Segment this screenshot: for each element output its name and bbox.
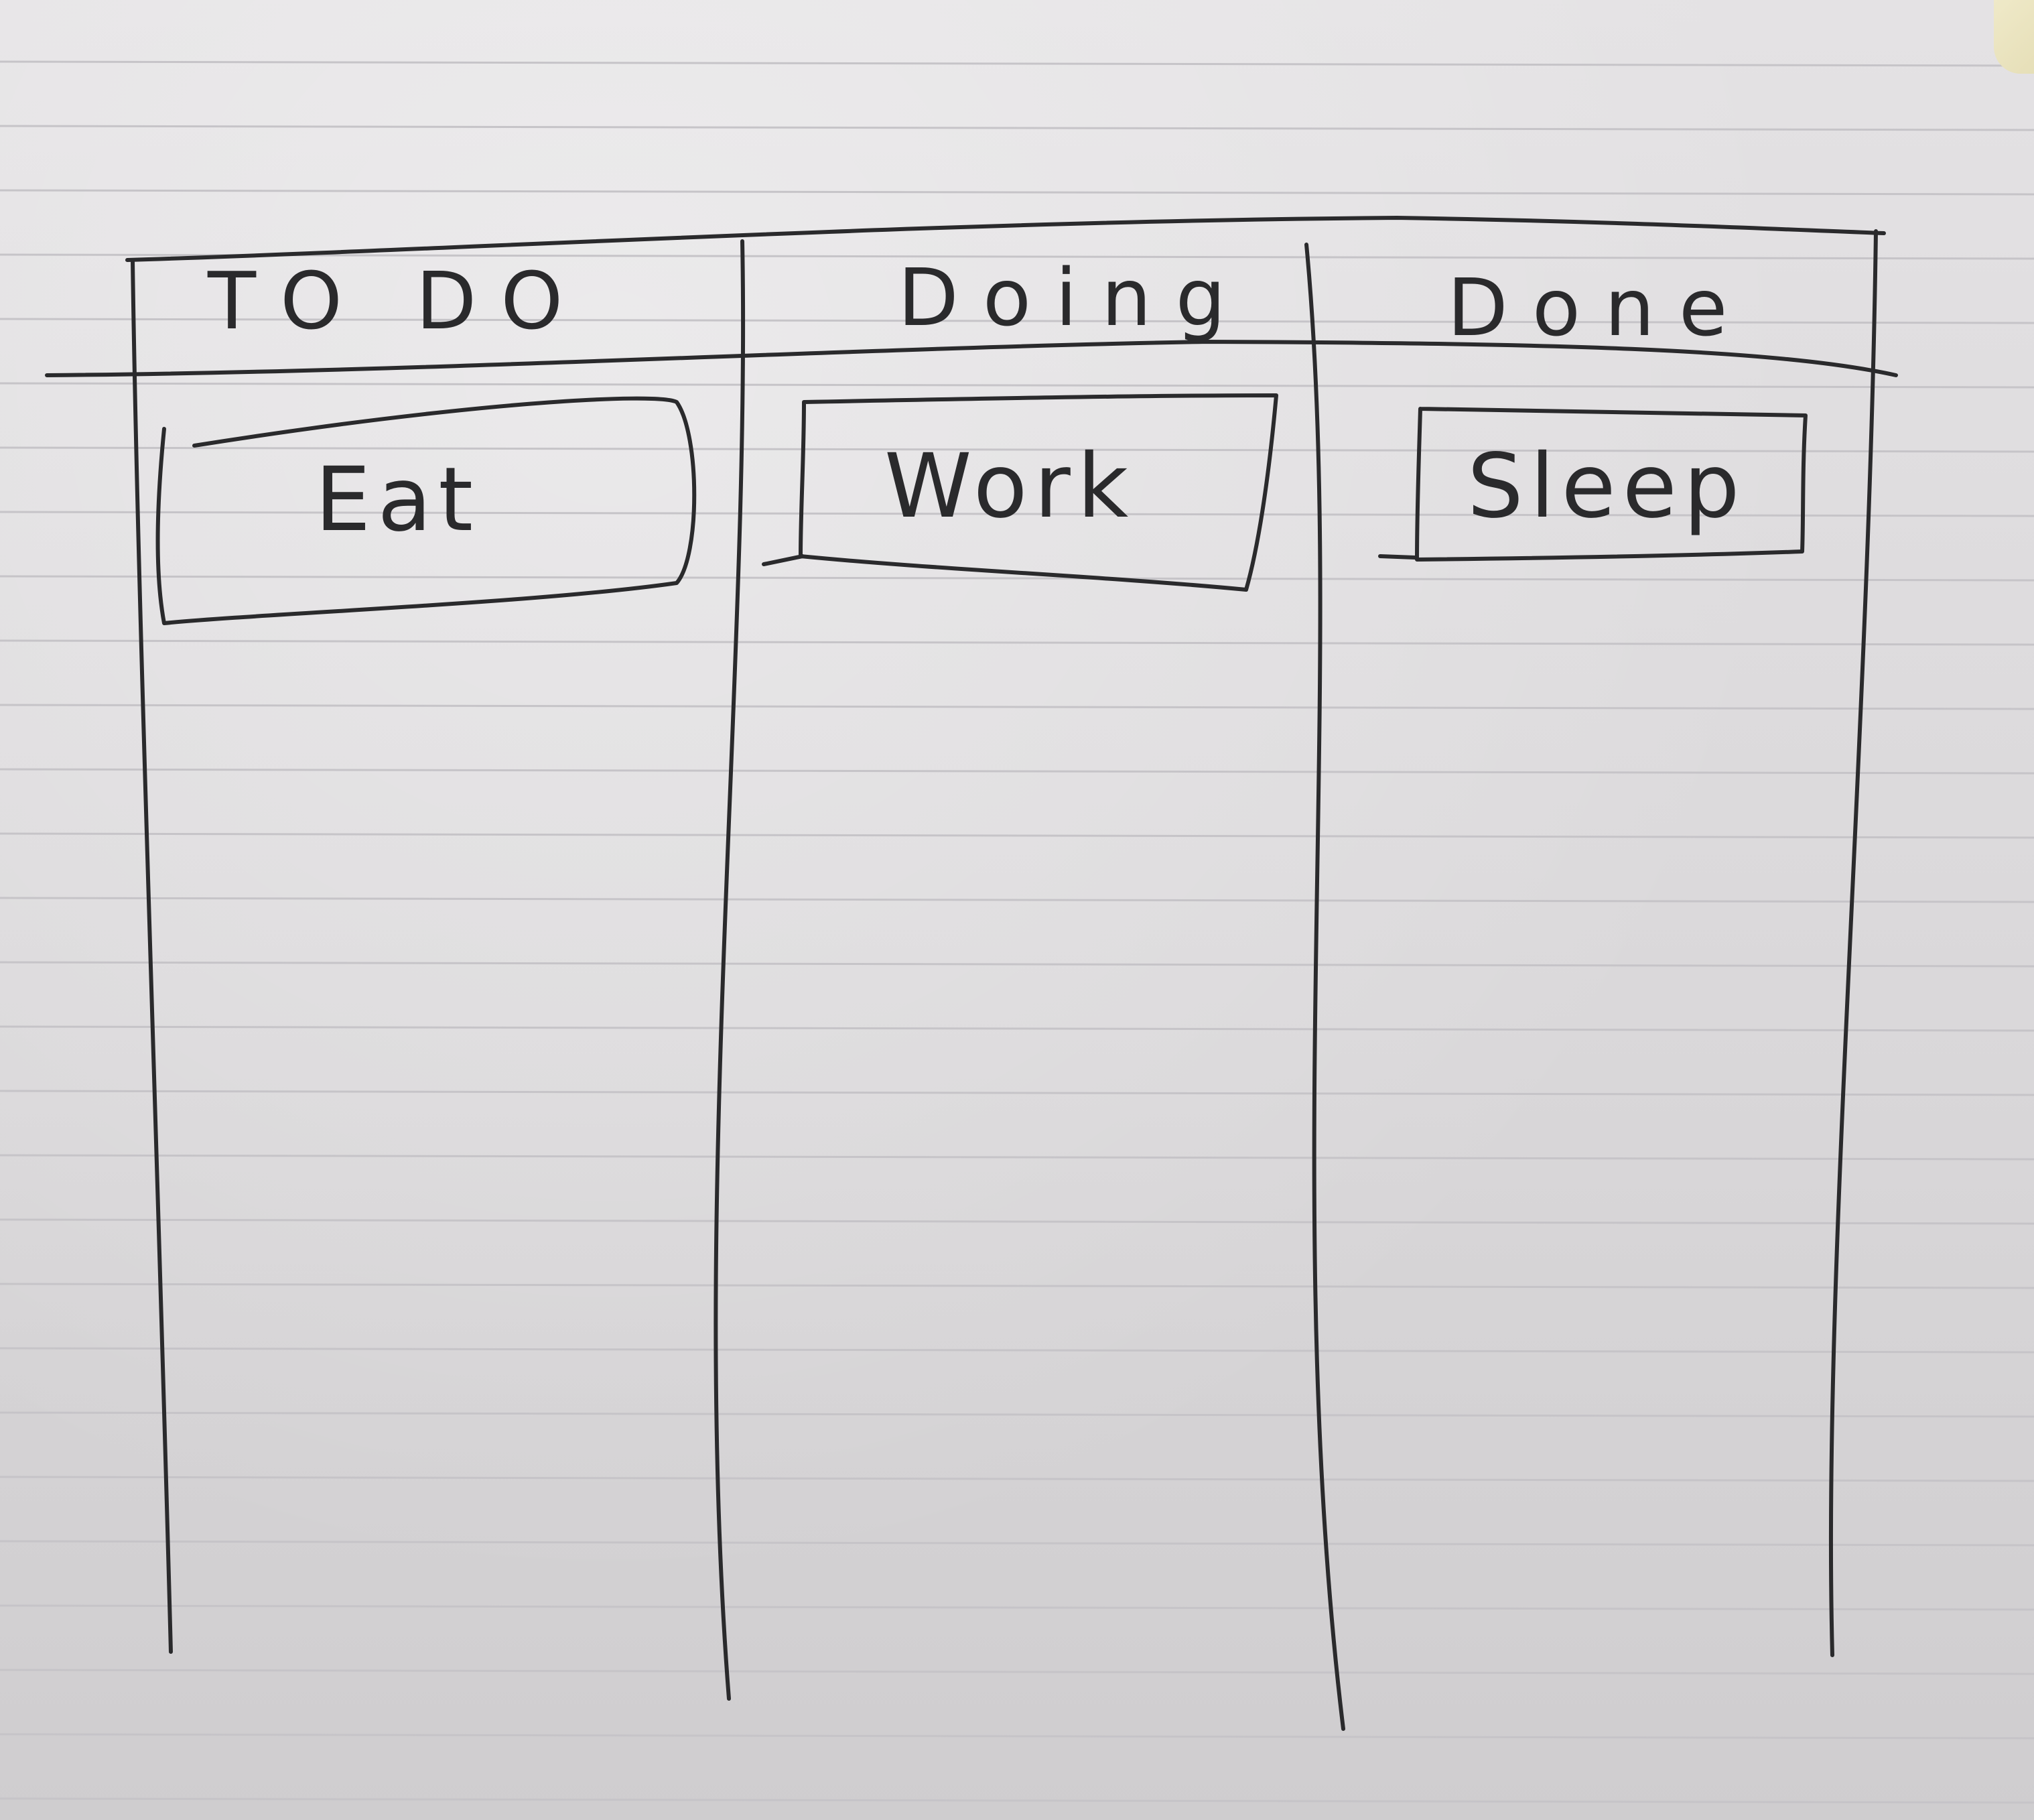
column-divider-2 bbox=[1304, 243, 1345, 1731]
card-sleep-label: Sleep bbox=[1467, 435, 1747, 538]
column-divider-1 bbox=[714, 239, 746, 1701]
column-title-done: Done bbox=[1447, 261, 1752, 354]
board-right-border bbox=[1828, 229, 1878, 1657]
card-work-label: Work bbox=[884, 435, 1136, 538]
column-title-doing: Doing bbox=[898, 251, 1250, 344]
column-title-todo: TO DO bbox=[208, 255, 588, 347]
board-left-border bbox=[131, 258, 173, 1654]
kanban-board-sketch: TO DO Doing Done Eat Work Sleep bbox=[0, 0, 2034, 1820]
card-eat-label: Eat bbox=[315, 448, 480, 551]
